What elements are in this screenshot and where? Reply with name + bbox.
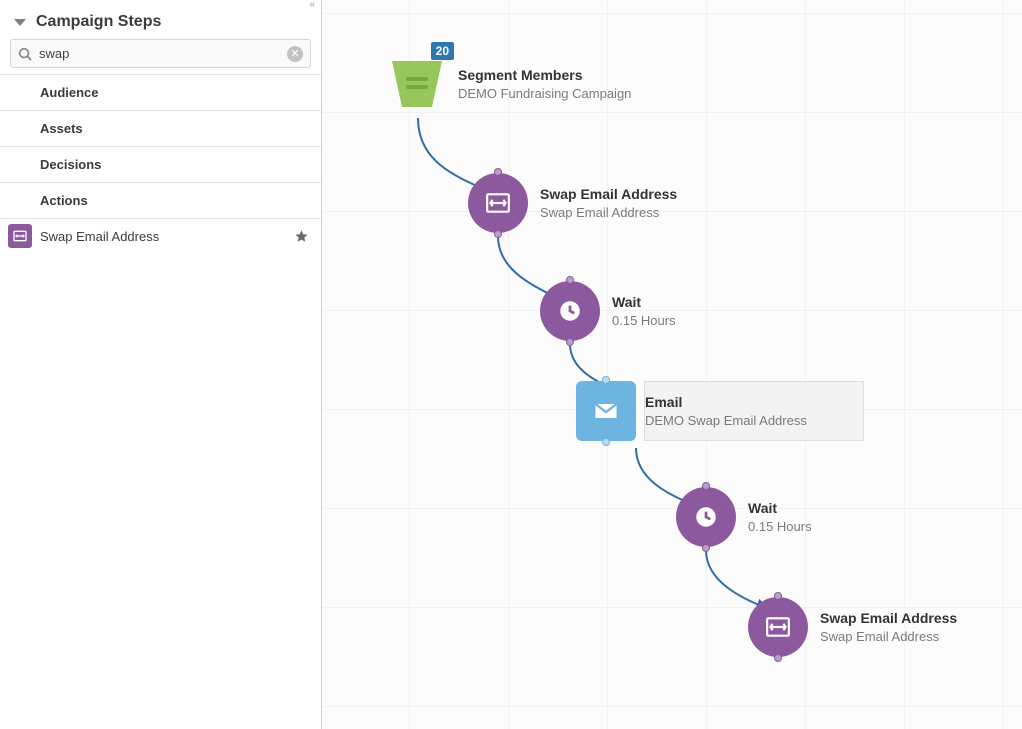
node-title: Wait <box>748 500 812 517</box>
favorite-star-icon[interactable] <box>294 229 309 244</box>
node-wait-2[interactable]: Wait 0.15 Hours <box>676 487 812 547</box>
category-audience[interactable]: Audience <box>0 75 321 111</box>
connection-dot-bottom[interactable] <box>494 230 502 238</box>
connection-dot-top[interactable] <box>702 482 710 490</box>
node-subtitle: Swap Email Address <box>820 629 957 645</box>
search-icon <box>18 47 32 61</box>
node-title: Swap Email Address <box>540 186 677 203</box>
node-title: Email <box>645 394 835 411</box>
category-assets[interactable]: Assets <box>0 111 321 147</box>
sidebar-collapse-toggle[interactable]: « <box>0 0 321 9</box>
node-subtitle: DEMO Fundraising Campaign <box>458 86 631 102</box>
node-segment-members[interactable]: 20 Segment Members DEMO Fundraising Camp… <box>388 55 631 113</box>
connection-dot-bottom[interactable] <box>566 338 574 346</box>
search-box: ✕ <box>10 39 311 68</box>
canvas-nodes: 20 Segment Members DEMO Fundraising Camp… <box>322 0 1022 729</box>
node-subtitle: Swap Email Address <box>540 205 677 221</box>
connection-dot-bottom[interactable] <box>702 544 710 552</box>
sidebar-heading[interactable]: Campaign Steps <box>0 9 321 39</box>
node-title: Swap Email Address <box>820 610 957 627</box>
connection-dot-top[interactable] <box>774 592 782 600</box>
node-email[interactable]: Email DEMO Swap Email Address <box>606 381 864 441</box>
swap-icon <box>8 224 32 248</box>
campaign-steps-sidebar: « Campaign Steps ✕ Audience Assets Decis… <box>0 0 322 729</box>
connection-dot-bottom[interactable] <box>774 654 782 662</box>
node-title: Segment Members <box>458 67 631 84</box>
node-title: Wait <box>612 294 676 311</box>
node-swap-email-1[interactable]: Swap Email Address Swap Email Address <box>468 173 677 233</box>
node-info-panel: Email DEMO Swap Email Address <box>644 381 864 441</box>
category-actions[interactable]: Actions <box>0 183 321 219</box>
node-subtitle: 0.15 Hours <box>748 519 812 535</box>
swap-icon <box>748 597 808 657</box>
connection-dot-top[interactable] <box>566 276 574 284</box>
step-swap-email-address[interactable]: Swap Email Address <box>0 219 321 253</box>
campaign-canvas[interactable]: 20 Segment Members DEMO Fundraising Camp… <box>322 0 1022 729</box>
connection-dot-top[interactable] <box>602 376 610 384</box>
sidebar-heading-label: Campaign Steps <box>36 13 161 31</box>
clear-search-button[interactable]: ✕ <box>287 46 303 62</box>
collapse-triangle-icon <box>14 19 26 26</box>
node-subtitle: DEMO Swap Email Address <box>645 413 835 429</box>
node-subtitle: 0.15 Hours <box>612 313 676 329</box>
bucket-icon: 20 <box>388 55 446 113</box>
email-icon <box>576 381 636 441</box>
connection-dot-top[interactable] <box>494 168 502 176</box>
node-swap-email-2[interactable]: Swap Email Address Swap Email Address <box>748 597 957 657</box>
category-list: Audience Assets Decisions Actions <box>0 74 321 219</box>
connection-dot-bottom[interactable] <box>602 438 610 446</box>
search-input[interactable] <box>10 39 311 68</box>
step-label: Swap Email Address <box>40 229 286 244</box>
clock-icon <box>540 281 600 341</box>
clock-icon <box>676 487 736 547</box>
swap-icon <box>468 173 528 233</box>
category-decisions[interactable]: Decisions <box>0 147 321 183</box>
segment-count-badge: 20 <box>431 42 454 60</box>
node-wait-1[interactable]: Wait 0.15 Hours <box>540 281 676 341</box>
app-root: « Campaign Steps ✕ Audience Assets Decis… <box>0 0 1022 729</box>
